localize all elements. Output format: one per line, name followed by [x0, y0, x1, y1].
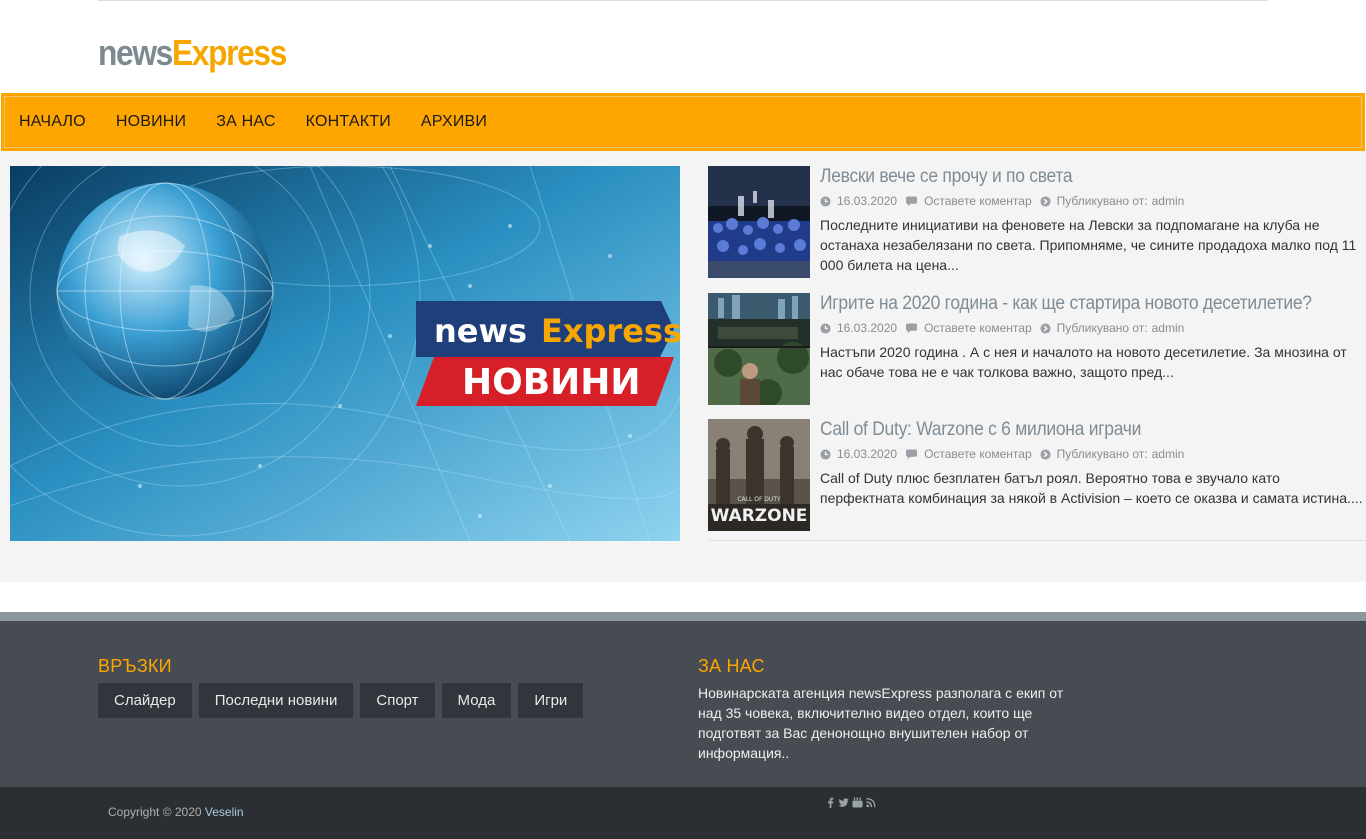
post-excerpt: Последните инициативи на феновете на Лев…	[820, 217, 1357, 273]
stadium-crowd-image	[708, 166, 810, 278]
post-published-by: Публикувано от:	[1056, 194, 1148, 208]
site-logo[interactable]: newsExpress	[98, 32, 287, 74]
logo-text-news: news	[98, 32, 173, 73]
thumb-caption-warzone: WARZONE	[711, 506, 808, 526]
post-author-link[interactable]: admin	[1152, 194, 1185, 208]
copyright-text: Copyright © 2020	[108, 805, 202, 819]
clock-icon	[820, 195, 831, 207]
footer-link-sport[interactable]: Спорт	[360, 683, 435, 718]
site-footer: ВРЪЗКИ Слайдер Последни новини Спорт Мод…	[0, 612, 1366, 787]
copyright-notice: Copyright © 2020 Veselin	[108, 805, 244, 819]
footer-link-latest-news[interactable]: Последни новини	[198, 683, 354, 718]
post-comments-link[interactable]: Оставете коментар	[924, 447, 1032, 461]
copyright-owner-link[interactable]: Veselin	[205, 805, 244, 819]
social-links	[826, 797, 879, 808]
post-thumbnail-warzone[interactable]: CALL OF DUTY WARZONE	[708, 419, 810, 531]
main-navigation: НАЧАЛО НОВИНИ ЗА НАС КОНТАКТИ АРХИВИ	[1, 93, 1365, 151]
footer-link-games[interactable]: Игри	[518, 683, 584, 718]
footer-links-list: Слайдер Последни новини Спорт Мода Игри	[98, 683, 590, 718]
user-icon	[1040, 448, 1051, 460]
hero-logo-news: news	[434, 312, 527, 350]
post-title[interactable]: Левски вече се прочу и по света	[820, 166, 1322, 188]
post-comments-link[interactable]: Оставете коментар	[924, 194, 1032, 208]
main-content: news Express НОВИНИ Левски вече се прочу…	[0, 151, 1366, 582]
nav-item-archives[interactable]: АРХИВИ	[421, 113, 487, 131]
header-top-divider	[98, 0, 1268, 1]
comment-icon	[906, 195, 918, 206]
footer-links-title: ВРЪЗКИ	[98, 656, 172, 676]
bottom-bar: Copyright © 2020 Veselin	[0, 787, 1366, 839]
rss-icon[interactable]	[866, 797, 876, 808]
nav-item-about[interactable]: ЗА НАС	[216, 113, 275, 131]
hero-globe-graphic: news Express НОВИНИ	[10, 166, 680, 541]
post-item: Игрите на 2020 година - как ще стартира …	[708, 293, 1366, 419]
post-title[interactable]: Call of Duty: Warzone с 6 милиона играчи	[820, 419, 1322, 441]
latest-posts-list: Левски вече се прочу и по света 16.03.20…	[708, 166, 1366, 541]
post-author-link[interactable]: admin	[1152, 447, 1185, 461]
clock-icon	[820, 322, 831, 334]
user-icon	[1040, 195, 1051, 207]
post-item: CALL OF DUTY WARZONE Call of Duty: Warzo…	[708, 419, 1366, 541]
post-meta: 16.03.2020 Оставете коментар Публикувано…	[820, 193, 1366, 209]
user-icon	[1040, 322, 1051, 334]
post-title[interactable]: Игрите на 2020 година - как ще стартира …	[820, 293, 1322, 315]
footer-link-slider[interactable]: Слайдер	[98, 683, 192, 718]
post-meta: 16.03.2020 Оставете коментар Публикувано…	[820, 320, 1366, 336]
nav-item-news[interactable]: НОВИНИ	[116, 113, 186, 131]
game-collage-image	[708, 293, 810, 405]
hero-logo-express: Express	[541, 312, 680, 350]
post-date: 16.03.2020	[837, 194, 898, 208]
post-meta: 16.03.2020 Оставете коментар Публикувано…	[820, 446, 1366, 462]
post-author-link[interactable]: admin	[1152, 321, 1185, 335]
post-date: 16.03.2020	[837, 447, 898, 461]
hero-banner-text: НОВИНИ	[462, 362, 641, 403]
warzone-cover-image: CALL OF DUTY WARZONE	[708, 419, 810, 531]
clock-icon	[820, 448, 831, 460]
post-date: 16.03.2020	[837, 321, 898, 335]
logo-text-express: Express	[171, 32, 287, 73]
footer-about-title: ЗА НАС	[698, 656, 765, 676]
post-excerpt: Call of Duty плюс безплатен батъл роял. …	[820, 470, 1363, 506]
comment-icon	[906, 322, 918, 333]
post-published-by: Публикувано от:	[1056, 321, 1148, 335]
thumb-caption-small: CALL OF DUTY	[737, 496, 781, 503]
youtube-icon[interactable]	[852, 797, 863, 808]
nav-item-home[interactable]: НАЧАЛО	[19, 113, 86, 131]
post-thumbnail-levski[interactable]	[708, 166, 810, 278]
post-excerpt: Настъпи 2020 година . А с нея и началото…	[820, 344, 1347, 380]
post-thumbnail-games[interactable]	[708, 293, 810, 405]
post-item: Левски вече се прочу и по света 16.03.20…	[708, 166, 1366, 293]
twitter-icon[interactable]	[838, 797, 849, 808]
post-published-by: Публикувано от:	[1056, 447, 1148, 461]
comment-icon	[906, 448, 918, 459]
post-comments-link[interactable]: Оставете коментар	[924, 321, 1032, 335]
facebook-icon[interactable]	[826, 797, 835, 808]
footer-link-fashion[interactable]: Мода	[441, 683, 512, 718]
hero-slider-image[interactable]: news Express НОВИНИ	[10, 166, 680, 541]
nav-item-contacts[interactable]: КОНТАКТИ	[306, 113, 391, 131]
footer-about-text: Новинарската агенция newsExpress разпола…	[698, 685, 1064, 761]
